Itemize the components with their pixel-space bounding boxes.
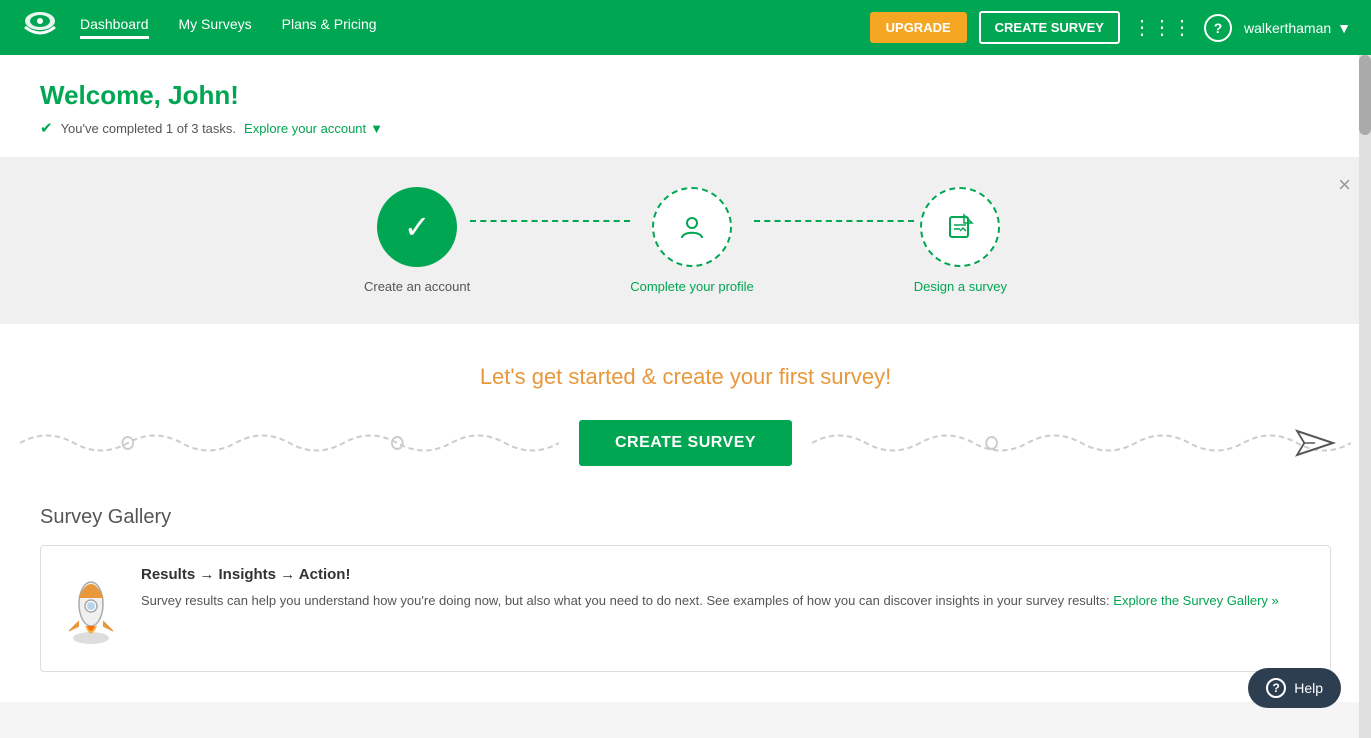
explore-account-link[interactable]: Explore your account ▼ [244,121,383,136]
gallery-desc-text: Survey results can help you understand h… [141,593,1110,608]
step-connector-2 [754,220,914,222]
nav-right: UPGRADE CREATE SURVEY ⋮⋮⋮ ? walkerthaman… [870,11,1351,44]
page-content: Welcome, John! ✔ You've completed 1 of 3… [0,55,1371,157]
gallery-explore-link[interactable]: Explore the Survey Gallery » [1113,593,1278,608]
user-first-name: John! [168,80,239,110]
help-question-mark: ? [1273,681,1280,695]
create-survey-main-button[interactable]: CREATE SURVEY [579,420,792,466]
welcome-title: Welcome, John! [40,80,1331,111]
gallery-card-rocket-icon [61,566,121,651]
steps-container: ✓ Create an account Complete your profil… [336,187,1036,294]
checkmark-icon: ✓ [404,208,431,246]
user-menu[interactable]: walkerthaman ▼ [1244,20,1351,36]
cta-title: Let's get started & create your first su… [20,364,1351,390]
nav-my-surveys[interactable]: My Surveys [179,16,252,39]
logo[interactable] [20,8,60,48]
grid-icon[interactable]: ⋮⋮⋮ [1132,15,1192,40]
explore-link-text: Explore your account [244,121,366,136]
step-2-circle[interactable] [652,187,732,267]
gallery-section: Survey Gallery Resul [0,506,1371,702]
step-create-account: ✓ Create an account [364,187,470,294]
gallery-card-title: Results → Insights → Action! [141,566,1279,583]
gallery-card: Results → Insights → Action! Survey resu… [40,545,1331,672]
nav-plans-pricing[interactable]: Plans & Pricing [282,16,377,39]
step-3-label: Design a survey [914,279,1007,294]
scrollbar-thumb[interactable] [1359,55,1371,135]
step-3-circle[interactable] [920,187,1000,267]
step-connector-1 [470,220,630,222]
username: walkerthaman [1244,20,1331,36]
tasks-bar: ✔ You've completed 1 of 3 tasks. Explore… [40,119,1331,137]
upgrade-button[interactable]: UPGRADE [870,12,967,43]
step-1-label: Create an account [364,279,470,294]
create-survey-nav-button[interactable]: CREATE SURVEY [979,11,1120,44]
help-nav-icon[interactable]: ? [1204,14,1232,42]
navbar: Dashboard My Surveys Plans & Pricing UPG… [0,0,1371,55]
greeting-prefix: Welcome, [40,80,168,110]
close-button[interactable]: × [1338,172,1351,198]
step-design-survey: Design a survey [914,187,1007,294]
step-2-label: Complete your profile [630,279,754,294]
question-mark: ? [1214,20,1223,36]
cta-section: Let's get started & create your first su… [0,324,1371,506]
gallery-card-desc: Survey results can help you understand h… [141,591,1279,612]
wavy-line-right [812,423,1351,463]
nav-dashboard[interactable]: Dashboard [80,16,149,39]
gallery-card-content: Results → Insights → Action! Survey resu… [141,566,1279,612]
step-1-circle: ✓ [377,187,457,267]
nav-links: Dashboard My Surveys Plans & Pricing [80,16,377,39]
cta-row: CREATE SURVEY [20,420,1351,466]
user-chevron: ▼ [1337,20,1351,36]
tasks-text: You've completed 1 of 3 tasks. [61,121,236,136]
wavy-line-left [20,423,559,463]
gallery-title: Survey Gallery [40,506,1331,529]
check-icon: ✔ [40,119,53,137]
step-complete-profile: Complete your profile [630,187,754,294]
explore-chevron: ▼ [370,121,383,136]
help-label: Help [1294,680,1323,696]
progress-section: × ✓ Create an account Complete your prof… [0,157,1371,324]
scrollbar-track[interactable] [1359,55,1371,738]
help-button-icon: ? [1266,678,1286,698]
help-button[interactable]: ? Help [1248,668,1341,708]
